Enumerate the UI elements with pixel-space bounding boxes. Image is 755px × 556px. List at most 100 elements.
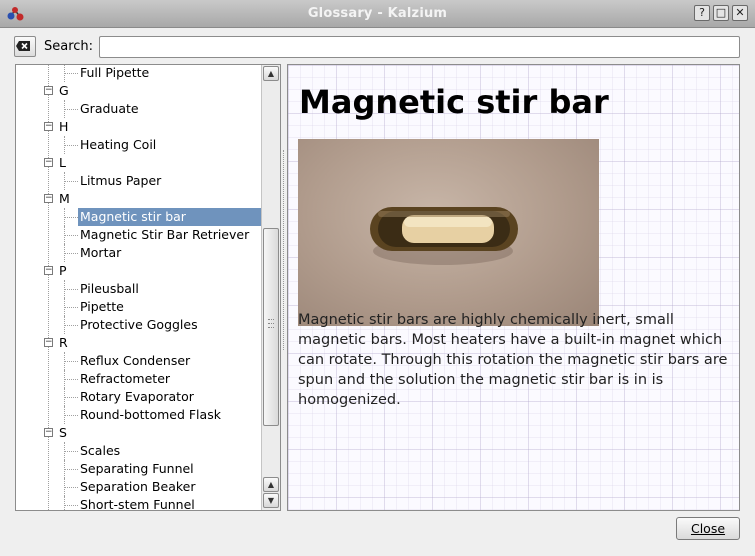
help-icon[interactable]: ? (694, 5, 710, 21)
tree-branch-line (64, 361, 78, 362)
tree-item[interactable]: Short-stem Funnel (16, 496, 262, 510)
stir-bar-illustration (370, 207, 518, 265)
collapse-icon[interactable]: − (44, 86, 53, 95)
tree-group-label: M (59, 191, 70, 206)
tree-group-label: S (59, 425, 67, 440)
collapse-icon[interactable]: − (44, 266, 53, 275)
tree-branch-line (64, 370, 65, 388)
tree-item[interactable]: Heating Coil (16, 136, 262, 154)
clear-text-icon (16, 41, 30, 51)
tree-group-label: R (59, 335, 68, 350)
tree-item-selected-label: Magnetic stir bar (78, 208, 263, 226)
tree-item-label: Rotary Evaporator (80, 389, 194, 404)
tree-item[interactable]: Magnetic stir bar (16, 208, 263, 226)
tree-branch-line (64, 397, 78, 398)
tree-item[interactable]: Mortar (16, 244, 262, 262)
splitter-handle[interactable] (283, 150, 285, 350)
tree-group-l[interactable]: − L (16, 154, 262, 172)
tree-item[interactable]: Scales (16, 442, 262, 460)
tree-item[interactable]: Litmus Paper (16, 172, 262, 190)
tree-item-label: Refractometer (80, 371, 171, 386)
glossary-tree[interactable]: Full Pipette − G Graduate − H Heating Coil − L Li… (15, 64, 281, 511)
search-label: Search: (44, 39, 94, 54)
tree-item-label: Separation Beaker (80, 479, 196, 494)
tree-branch-line (64, 136, 65, 154)
tree-branch-line (64, 478, 65, 496)
tree-branch-line (64, 226, 65, 244)
tree-branch-line (64, 298, 65, 316)
maximize-icon[interactable]: □ (713, 5, 729, 21)
tree-branch-line (64, 460, 65, 478)
tree-branch-line (64, 388, 65, 406)
tree-item[interactable]: Magnetic Stir Bar Retriever (16, 226, 262, 244)
tree-group-r[interactable]: − R (16, 334, 262, 352)
tree-scrollbar[interactable]: ▲ ▲ ▼ (261, 65, 280, 510)
tree-group-p[interactable]: − P (16, 262, 262, 280)
tree-branch-line (64, 235, 78, 236)
title-bar: Glossary - Kalzium ? □ ✕ (0, 0, 755, 28)
tree-item[interactable]: Protective Goggles (16, 316, 262, 334)
tree-group-g[interactable]: − G (16, 82, 262, 100)
tree-item[interactable]: Rotary Evaporator (16, 388, 262, 406)
tree-branch-line (64, 442, 65, 460)
close-button[interactable]: Close (676, 517, 740, 540)
tree-branch-line (64, 181, 78, 182)
tree-group-s[interactable]: − S (16, 424, 262, 442)
tree-branch-line (64, 415, 78, 416)
collapse-icon[interactable]: − (44, 158, 53, 167)
entry-body: Magnetic stir bars are highly chemically… (298, 312, 728, 408)
scroll-down-icon[interactable]: ▼ (263, 493, 279, 508)
tree-branch-line (64, 325, 78, 326)
tree-item[interactable]: Separation Beaker (16, 478, 262, 496)
tree-branch-line (64, 406, 65, 424)
tree-branch-line (64, 172, 65, 190)
grip-line (268, 319, 274, 320)
tree-item-label: Full Pipette (80, 65, 150, 80)
tree-branch-line (64, 289, 78, 290)
grip-line (268, 327, 274, 328)
clear-search-button[interactable] (14, 36, 36, 57)
tree-item[interactable]: Full Pipette (16, 65, 262, 82)
tree-item-label: Mortar (80, 245, 122, 260)
tree-branch-line (64, 505, 78, 506)
tree-branch-line (64, 469, 78, 470)
tree-branch-line (64, 496, 65, 510)
tree-branch-line (64, 217, 78, 218)
close-window-icon[interactable]: ✕ (732, 5, 748, 21)
tree-branch-line (64, 316, 65, 334)
collapse-icon[interactable]: − (44, 194, 53, 203)
tree-branch-line (64, 253, 78, 254)
tree-item[interactable]: Pileusball (16, 280, 262, 298)
tree-group-h[interactable]: − H (16, 118, 262, 136)
tree-branch-line (64, 145, 78, 146)
tree-item[interactable]: Refractometer (16, 370, 262, 388)
tree-branch-line (64, 73, 78, 74)
collapse-icon[interactable]: − (44, 338, 53, 347)
grip-line (268, 323, 274, 324)
tree-group-label: G (59, 83, 69, 98)
scroll-up-icon-bottom[interactable]: ▲ (263, 477, 279, 492)
tree-item[interactable]: Reflux Condenser (16, 352, 262, 370)
tree-branch-line (64, 109, 78, 110)
glossary-content: Magnetic stir bar Magnetic stir bars are… (287, 64, 740, 511)
tree-item-label: Round-bottomed Flask (80, 407, 221, 422)
entry-title: Magnetic stir bar (299, 83, 609, 121)
scroll-thumb[interactable] (263, 228, 279, 426)
scroll-up-icon[interactable]: ▲ (263, 66, 279, 81)
tree-group-label: L (59, 155, 66, 170)
search-input[interactable] (99, 36, 740, 58)
tree-item[interactable]: Round-bottomed Flask (16, 406, 262, 424)
tree-item-label: Protective Goggles (80, 317, 198, 332)
collapse-icon[interactable]: − (44, 122, 53, 131)
tree-item[interactable]: Graduate (16, 100, 262, 118)
tree-group-m[interactable]: − M (16, 190, 262, 208)
tree-item-label: Separating Funnel (80, 461, 194, 476)
tree-branch-line (64, 244, 65, 262)
tree-branch-line (64, 307, 78, 308)
tree-item-label: Scales (80, 443, 121, 458)
tree-item[interactable]: Pipette (16, 298, 262, 316)
tree-item[interactable]: Separating Funnel (16, 460, 262, 478)
collapse-icon[interactable]: − (44, 428, 53, 437)
tree-item-label: Graduate (80, 101, 139, 116)
stir-bar-photo (298, 139, 599, 326)
